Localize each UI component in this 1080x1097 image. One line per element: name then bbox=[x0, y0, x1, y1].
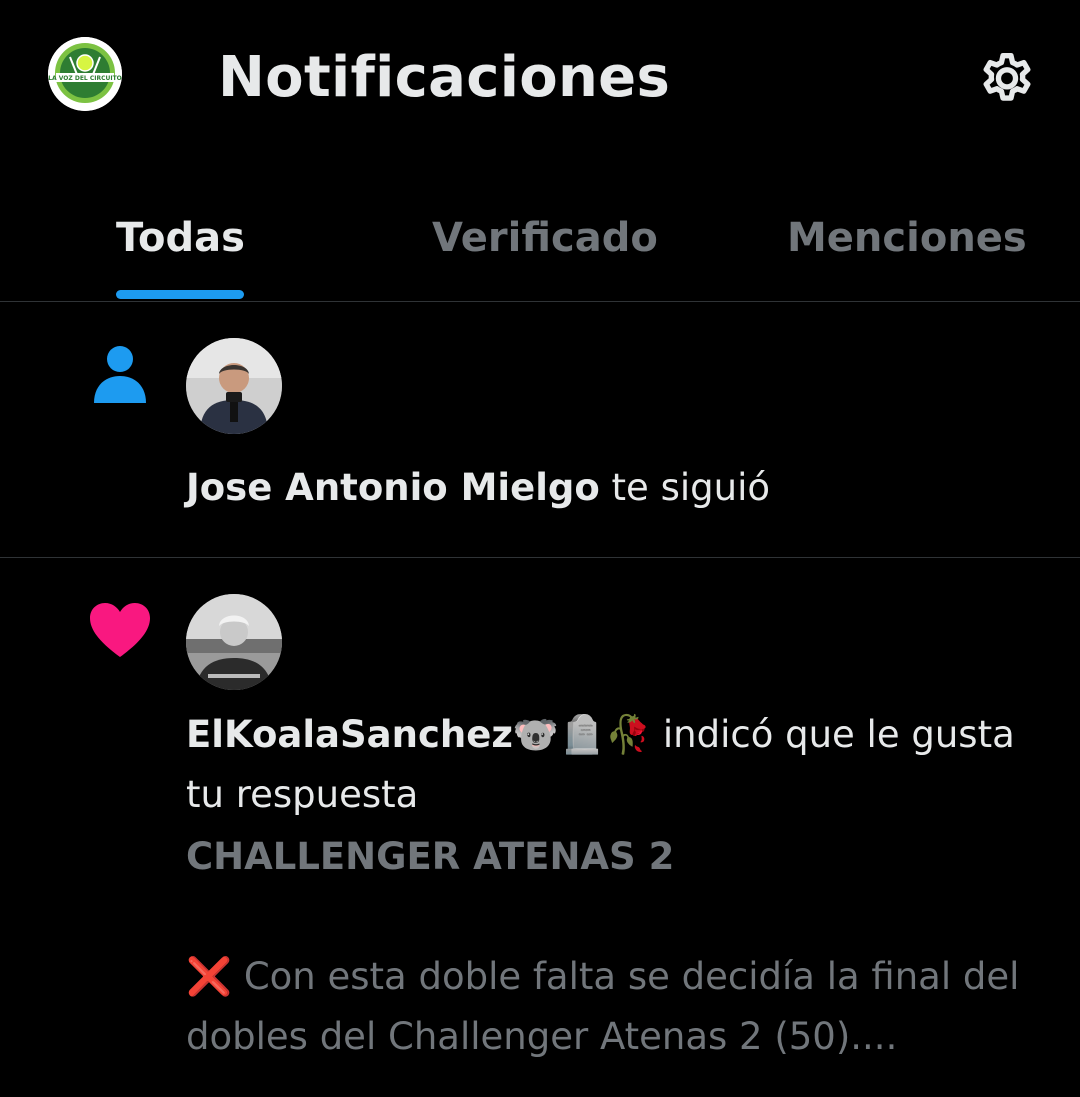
liker-avatar[interactable] bbox=[186, 594, 282, 690]
tweet-body: ❌ Con esta doble falta se decidía la fin… bbox=[186, 955, 1020, 1058]
user-name[interactable]: Jose Antonio Mielgo bbox=[186, 466, 600, 509]
tweet-preview[interactable]: CHALLENGER ATENAS 2 ❌ Con esta doble fal… bbox=[186, 827, 1046, 1067]
settings-button[interactable] bbox=[972, 44, 1042, 110]
logo-text: LA VOZ DEL CIRCUITO bbox=[48, 75, 122, 82]
profile-avatar[interactable]: LA VOZ DEL CIRCUITO bbox=[48, 37, 122, 111]
notification-text: ElKoalaSanchez🐨🪦🥀 indicó que le gusta tu… bbox=[186, 705, 1046, 825]
notification-action: te siguió bbox=[599, 466, 770, 509]
tab-verificado[interactable]: Verificado bbox=[432, 208, 658, 268]
follower-avatar[interactable] bbox=[186, 338, 282, 434]
page-title: Notificaciones bbox=[218, 45, 671, 110]
gear-icon bbox=[983, 53, 1031, 101]
top-bar: LA VOZ DEL CIRCUITO Notificaciones bbox=[0, 0, 1080, 160]
heart-icon bbox=[88, 601, 152, 663]
active-tab-indicator bbox=[116, 290, 244, 299]
tab-menciones[interactable]: Menciones bbox=[787, 208, 1027, 268]
notification-text: Jose Antonio Mielgo te siguió bbox=[186, 460, 1046, 516]
tennis-club-logo-avatar: LA VOZ DEL CIRCUITO bbox=[48, 37, 122, 111]
notification-tabs: Todas Verificado Menciones bbox=[0, 160, 1080, 302]
notification-item-like[interactable]: ElKoalaSanchez🐨🪦🥀 indicó que le gusta tu… bbox=[0, 559, 1080, 1097]
tweet-heading: CHALLENGER ATENAS 2 bbox=[186, 835, 675, 878]
person-icon bbox=[92, 343, 148, 409]
tab-todas[interactable]: Todas bbox=[116, 208, 245, 268]
notification-item-follow[interactable]: Jose Antonio Mielgo te siguió bbox=[0, 303, 1080, 558]
user-name[interactable]: ElKoalaSanchez🐨🪦🥀 bbox=[186, 713, 651, 756]
